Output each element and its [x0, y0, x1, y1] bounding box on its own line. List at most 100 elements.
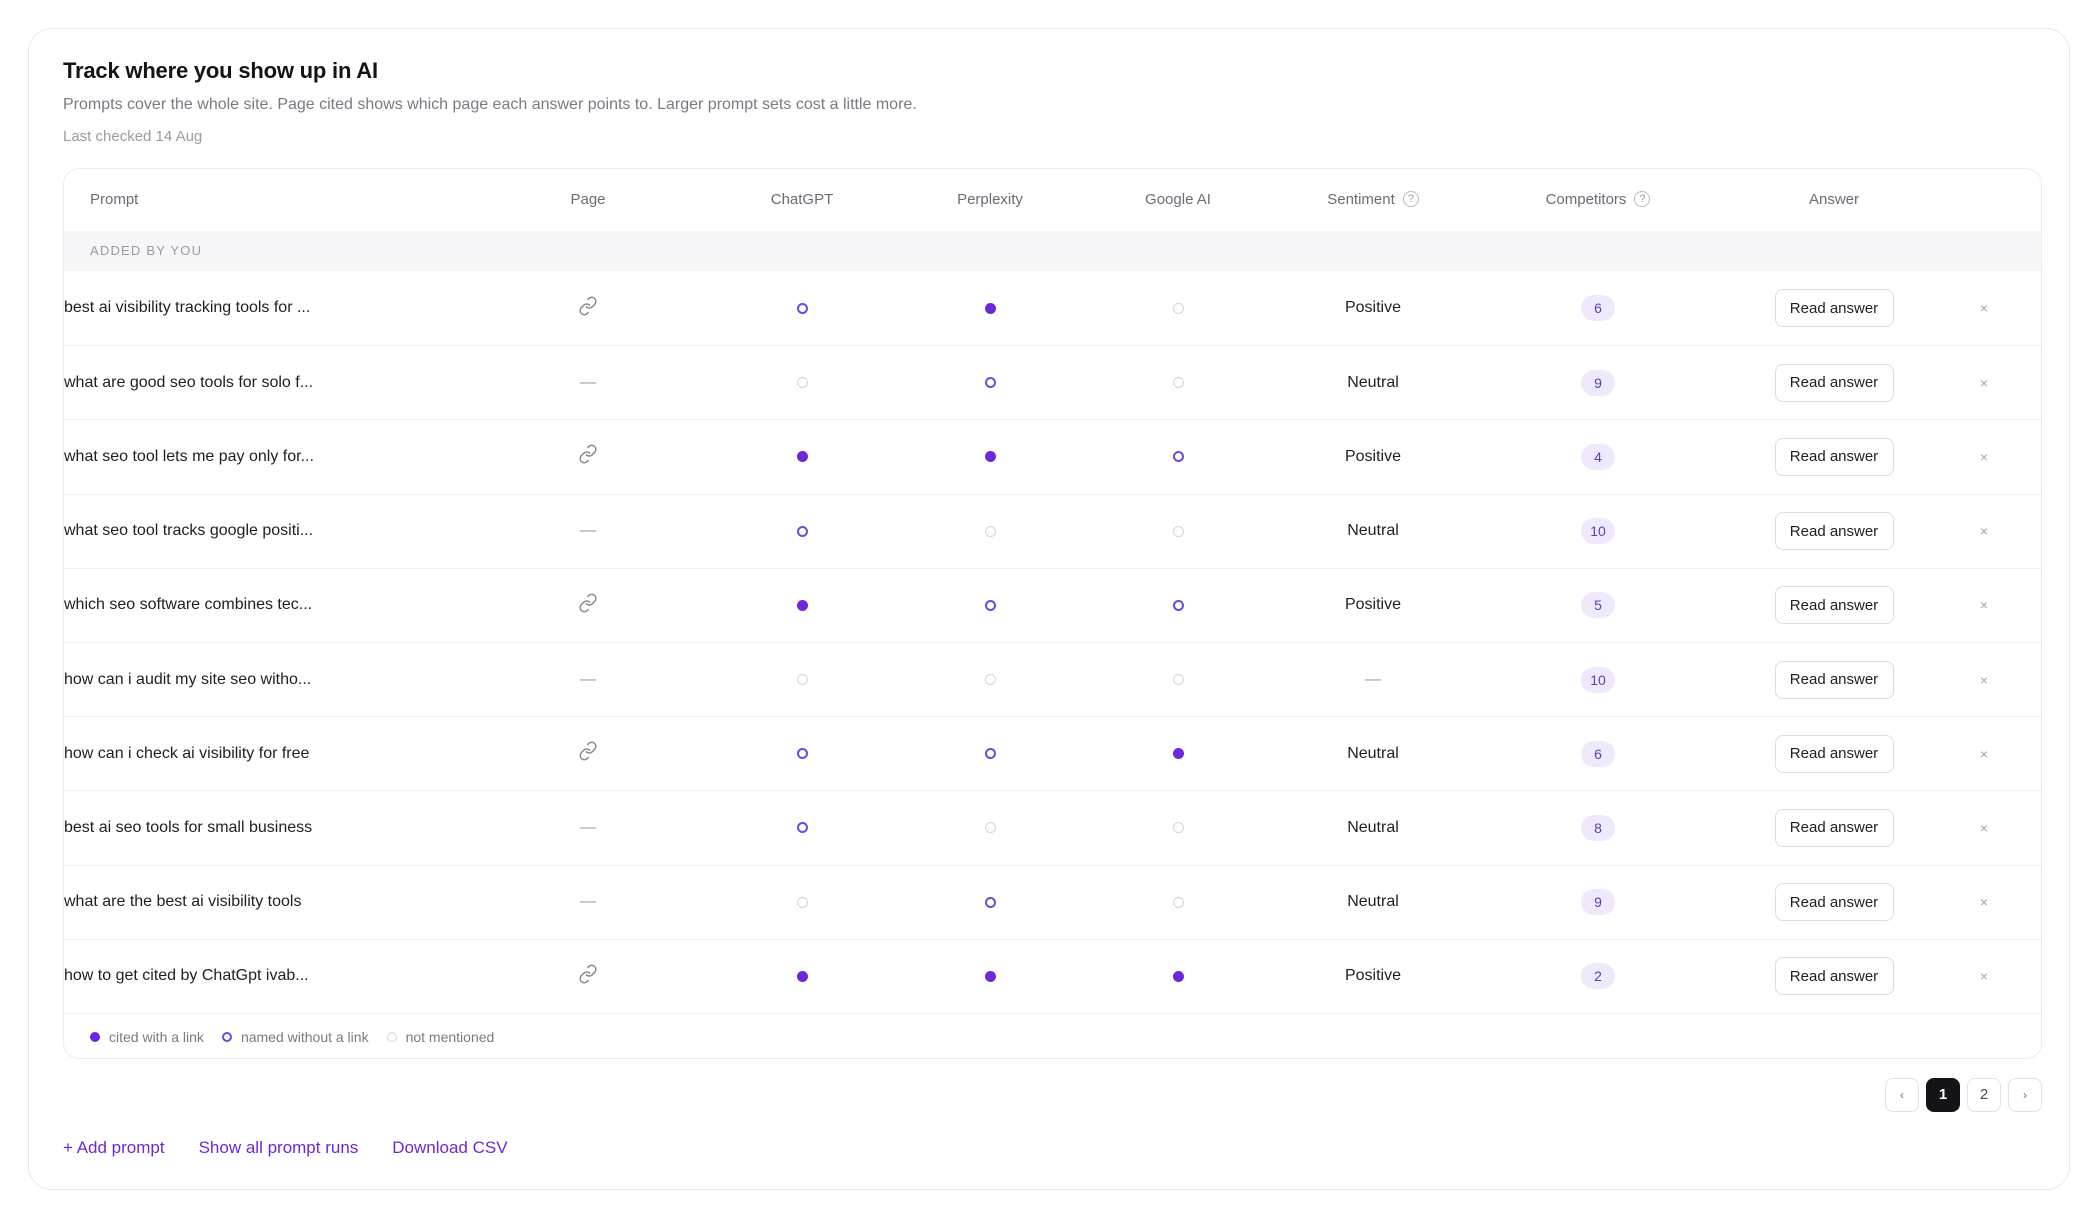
competitors-cell: 8 [1538, 791, 1658, 864]
not-mentioned-dot-icon [1172, 674, 1184, 686]
remove-prompt-icon[interactable]: × [1980, 375, 1988, 391]
read-answer-button[interactable]: Read answer [1774, 512, 1894, 551]
read-answer-button[interactable]: Read answer [1774, 734, 1894, 773]
competitors-count-badge[interactable]: 8 [1581, 814, 1615, 841]
link-icon[interactable] [578, 593, 598, 618]
named-dot-icon [984, 748, 996, 760]
status-legend: cited with a link named without a link n… [64, 1013, 2041, 1058]
read-answer-button[interactable]: Read answer [1774, 660, 1894, 699]
sentiment-cell: — [1288, 643, 1458, 716]
not-mentioned-dot-icon [1172, 822, 1184, 834]
competitors-help-icon[interactable]: ? [1634, 191, 1651, 208]
sentiment-cell: Neutral [1288, 791, 1458, 864]
remove-prompt-icon[interactable]: × [1980, 523, 1988, 539]
perplexity-status-cell [930, 271, 1050, 345]
cited-dot-icon [796, 599, 808, 611]
read-answer-button[interactable]: Read answer [1774, 957, 1894, 996]
remove-prompt-icon[interactable]: × [1980, 894, 1988, 910]
competitors-count-badge[interactable]: 4 [1581, 443, 1615, 470]
prompt-cell: how to get cited by ChatGpt ivab... [64, 940, 324, 1013]
page-empty-dash: — [580, 818, 596, 836]
competitors-count-badge[interactable]: 6 [1581, 740, 1615, 767]
link-icon[interactable] [578, 964, 598, 989]
page-cell: — [563, 791, 613, 864]
competitors-count-badge[interactable]: 10 [1581, 518, 1615, 545]
google-ai-status-cell [1118, 940, 1238, 1013]
competitors-count-badge[interactable]: 10 [1581, 666, 1615, 693]
download-csv-link[interactable]: Download CSV [392, 1138, 507, 1158]
next-page-button[interactable]: › [2008, 1078, 2042, 1112]
remove-prompt-icon[interactable]: × [1980, 746, 1988, 762]
answer-cell: Read answer [1774, 717, 1894, 790]
remove-prompt-icon[interactable]: × [1980, 820, 1988, 836]
prompt-text[interactable]: what are the best ai visibility tools [64, 893, 301, 911]
remove-cell: × [1964, 717, 2004, 790]
cited-dot-icon [796, 970, 808, 982]
google-ai-status-cell [1118, 420, 1238, 493]
competitors-cell: 5 [1538, 569, 1658, 642]
page-title: Track where you show up in AI [63, 58, 378, 83]
page-1-button[interactable]: 1 [1926, 1078, 1960, 1112]
page-empty-dash: — [580, 670, 596, 688]
page-cell: — [563, 346, 613, 419]
sentiment-value: Positive [1344, 447, 1402, 465]
chatgpt-status-cell [742, 643, 862, 716]
read-answer-button[interactable]: Read answer [1774, 883, 1894, 922]
google-ai-status-cell [1118, 791, 1238, 864]
prompt-text[interactable]: how can i check ai visibility for free [64, 745, 309, 763]
prompt-text[interactable]: which seo software combines tec... [64, 596, 312, 614]
competitors-count-badge[interactable]: 9 [1581, 889, 1615, 916]
read-answer-button[interactable]: Read answer [1774, 363, 1894, 402]
not-mentioned-dot-icon [1172, 896, 1184, 908]
not-mentioned-dot-icon [796, 674, 808, 686]
legend-item-cited: cited with a link [90, 1029, 204, 1045]
link-icon[interactable] [578, 296, 598, 321]
show-all-prompt-runs-link[interactable]: Show all prompt runs [199, 1138, 359, 1158]
remove-prompt-icon[interactable]: × [1980, 300, 1988, 316]
sentiment-help-icon[interactable]: ? [1402, 191, 1419, 208]
competitors-cell: 2 [1538, 940, 1658, 1013]
read-answer-button[interactable]: Read answer [1774, 289, 1894, 328]
cited-dot-icon [1172, 748, 1184, 760]
prompts-table: Prompt Page ChatGPT Perplexity Google AI… [63, 168, 2042, 1059]
prompt-text[interactable]: what seo tool lets me pay only for... [64, 448, 314, 466]
competitors-count-badge[interactable]: 9 [1581, 369, 1615, 396]
previous-page-button[interactable]: ‹ [1885, 1078, 1919, 1112]
page-empty-dash: — [580, 522, 596, 540]
not-mentioned-dot-icon [984, 674, 996, 686]
competitors-count-badge[interactable]: 2 [1581, 963, 1615, 990]
read-answer-button[interactable]: Read answer [1774, 437, 1894, 476]
prompt-text[interactable]: how can i audit my site seo witho... [64, 671, 311, 689]
prompt-text[interactable]: what seo tool tracks google positi... [64, 522, 313, 540]
page-subtitle: Prompts cover the whole site. Page cited… [63, 96, 917, 113]
column-header-prompt: Prompt [90, 191, 139, 208]
prompt-text[interactable]: best ai visibility tracking tools for ..… [64, 299, 310, 317]
table-row: best ai visibility tracking tools for ..… [64, 271, 2041, 345]
remove-cell: × [1964, 866, 2004, 939]
competitors-count-badge[interactable]: 5 [1581, 592, 1615, 619]
link-icon[interactable] [578, 444, 598, 469]
perplexity-status-cell [930, 866, 1050, 939]
named-dot-icon [984, 377, 996, 389]
remove-prompt-icon[interactable]: × [1980, 968, 1988, 984]
cited-dot-icon [90, 1031, 100, 1042]
column-header-google-ai: Google AI [1145, 191, 1211, 208]
read-answer-button[interactable]: Read answer [1774, 808, 1894, 847]
prompt-cell: how can i audit my site seo witho... [64, 643, 324, 716]
remove-prompt-icon[interactable]: × [1980, 449, 1988, 465]
remove-prompt-icon[interactable]: × [1980, 672, 1988, 688]
table-header: Prompt Page ChatGPT Perplexity Google AI… [64, 169, 2041, 231]
read-answer-button[interactable]: Read answer [1774, 586, 1894, 625]
page-2-button[interactable]: 2 [1967, 1078, 2001, 1112]
prompt-cell: which seo software combines tec... [64, 569, 324, 642]
sentiment-cell: Neutral [1288, 346, 1458, 419]
link-icon[interactable] [578, 741, 598, 766]
prompt-text[interactable]: best ai seo tools for small business [64, 819, 312, 837]
prompt-text[interactable]: how to get cited by ChatGpt ivab... [64, 967, 309, 985]
chatgpt-status-cell [742, 346, 862, 419]
remove-prompt-icon[interactable]: × [1980, 597, 1988, 613]
cited-dot-icon [984, 451, 996, 463]
add-prompt-link[interactable]: + Add prompt [63, 1138, 165, 1158]
competitors-count-badge[interactable]: 6 [1581, 295, 1615, 322]
prompt-text[interactable]: what are good seo tools for solo f... [64, 374, 313, 392]
